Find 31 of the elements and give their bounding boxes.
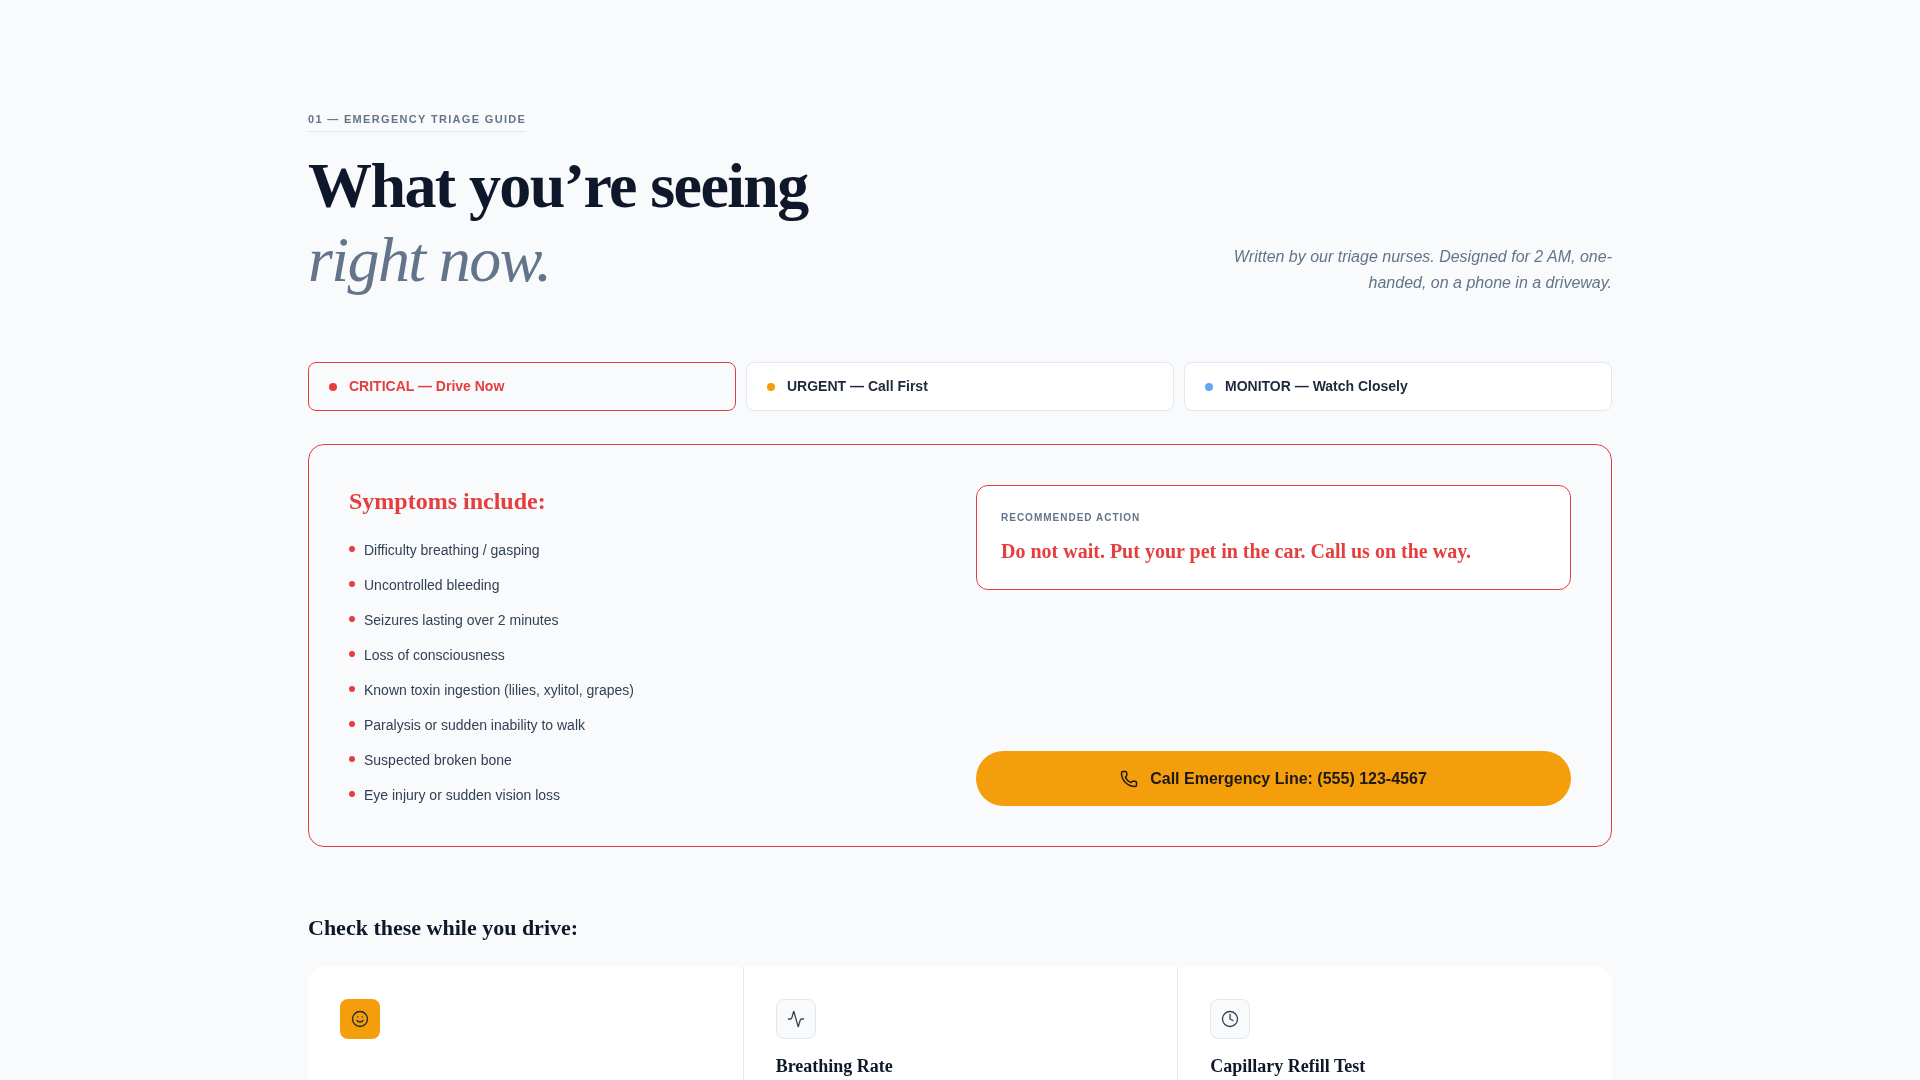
symptom-text: Loss of consciousness bbox=[364, 646, 505, 666]
bullet-icon bbox=[349, 791, 355, 798]
recommendation-text: Do not wait. Put your pet in the car. Call us on the way. bbox=[1001, 539, 1473, 565]
severity-tab[interactable]: MONITOR — Watch Closely bbox=[1184, 362, 1612, 412]
page-title: What you’re seeing bbox=[308, 149, 808, 223]
bullet-icon bbox=[349, 686, 355, 693]
symptoms-heading: Symptoms include: bbox=[349, 487, 547, 517]
bullet-icon bbox=[349, 721, 355, 728]
severity-tab[interactable]: URGENT — Call First bbox=[746, 362, 1174, 412]
symptom-text: Paralysis or sudden inability to walk bbox=[364, 716, 585, 736]
call-button[interactable]: Call Emergency Line: (555) 123-4567 bbox=[976, 751, 1571, 807]
symptom-text: Difficulty breathing / gasping bbox=[364, 541, 540, 561]
page-title-accent: right now. bbox=[308, 222, 552, 297]
phone-icon bbox=[1120, 769, 1139, 788]
symptom-text: Suspected broken bone bbox=[364, 751, 512, 771]
symptom-text: Seizures lasting over 2 minutes bbox=[364, 611, 559, 631]
check-card-title: Breathing Rate bbox=[775, 1055, 894, 1078]
eyebrow-label: 01 — EMERGENCY TRIAGE GUIDE bbox=[308, 111, 527, 132]
check-card-title: Capillary Refill Test bbox=[1210, 1055, 1367, 1078]
symptom-text: Uncontrolled bleeding bbox=[364, 576, 500, 596]
bullet-icon bbox=[349, 651, 355, 658]
symptom-text: Eye injury or sudden vision loss bbox=[364, 786, 561, 806]
subtitle: Written by our triage nurses. Designed for 2 AM, one-handed, on a phone in a driveway. bbox=[1232, 247, 1612, 294]
severity-tab[interactable]: CRITICAL — Drive Now bbox=[308, 362, 736, 412]
bullet-icon bbox=[349, 616, 355, 623]
bullet-icon bbox=[349, 581, 355, 588]
bullet-icon bbox=[349, 546, 355, 553]
bullet-icon bbox=[349, 756, 355, 763]
checks-heading: Check these while you drive: bbox=[308, 914, 580, 943]
symptom-text: Known toxin ingestion (lilies, xylitol, grapes) bbox=[364, 681, 634, 701]
recommendation-label: RECOMMENDED ACTION bbox=[1001, 511, 1142, 526]
